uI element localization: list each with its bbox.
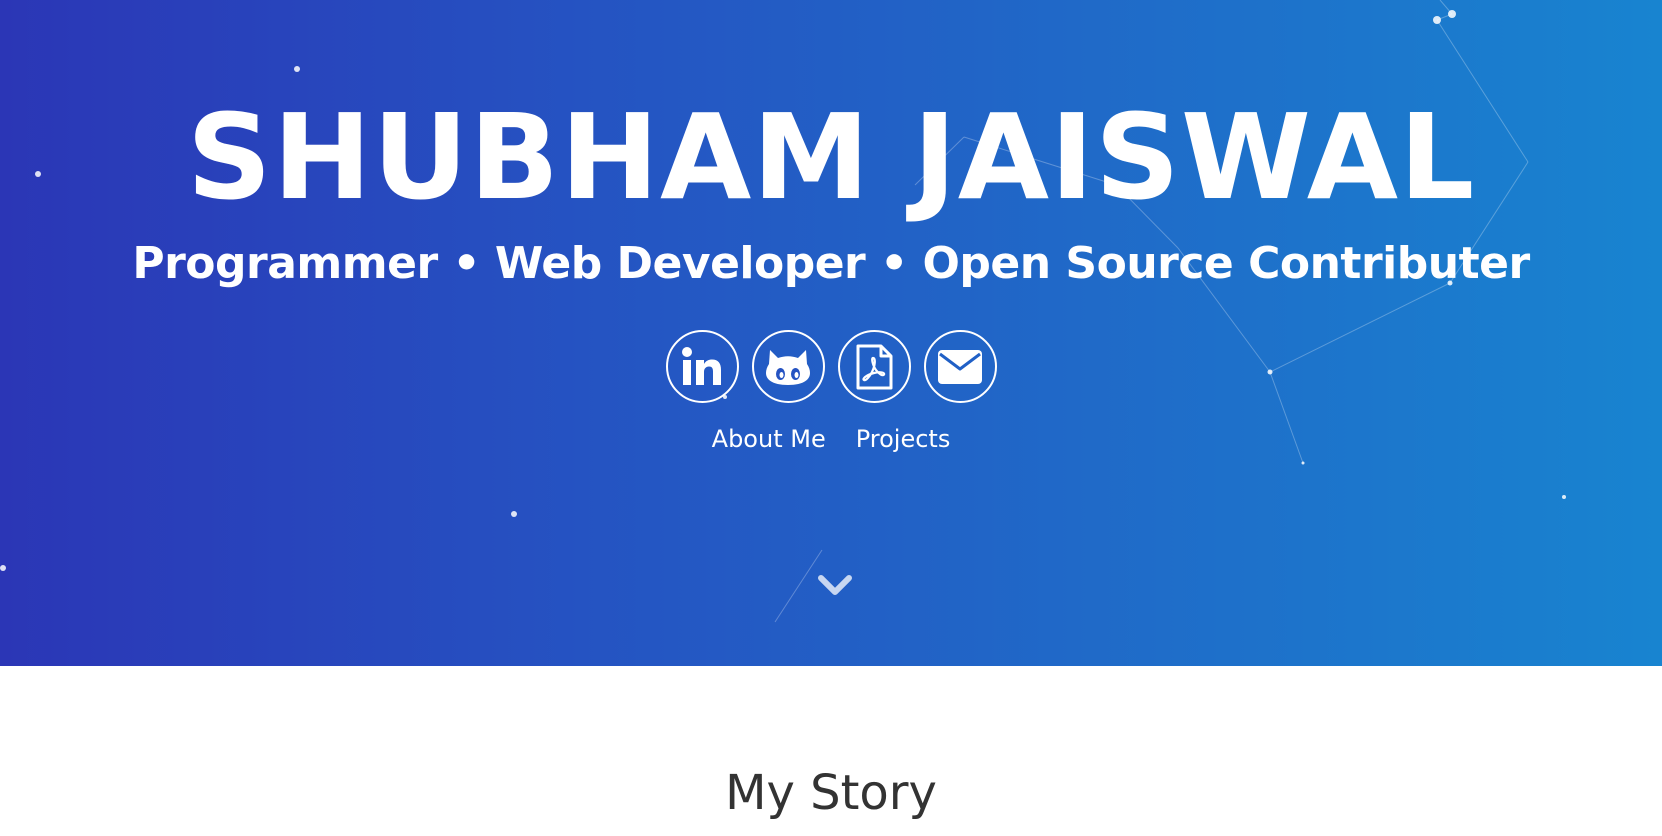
chevron-down-icon xyxy=(818,575,852,595)
linkedin-icon xyxy=(682,346,721,385)
hero-name: SHUBHAM JAISWAL xyxy=(186,88,1476,226)
my-story-heading: My Story xyxy=(725,765,937,821)
social-links xyxy=(0,330,1662,403)
projects-link[interactable]: Projects xyxy=(856,424,951,454)
pdf-icon xyxy=(856,344,893,389)
scroll-down-button[interactable] xyxy=(815,567,855,603)
linkedin-button[interactable] xyxy=(665,330,739,403)
github-button[interactable] xyxy=(751,330,825,403)
hero-section: SHUBHAM JAISWAL Programmer • Web Develop… xyxy=(0,0,1662,666)
mail-icon xyxy=(938,349,982,384)
about-me-link[interactable]: About Me xyxy=(712,424,826,454)
hero-tagline: Programmer • Web Developer • Open Source… xyxy=(132,238,1530,289)
email-button[interactable] xyxy=(923,330,997,403)
resume-pdf-button[interactable] xyxy=(837,330,911,403)
github-icon xyxy=(766,349,810,385)
hero-nav: About Me Projects xyxy=(0,424,1662,454)
